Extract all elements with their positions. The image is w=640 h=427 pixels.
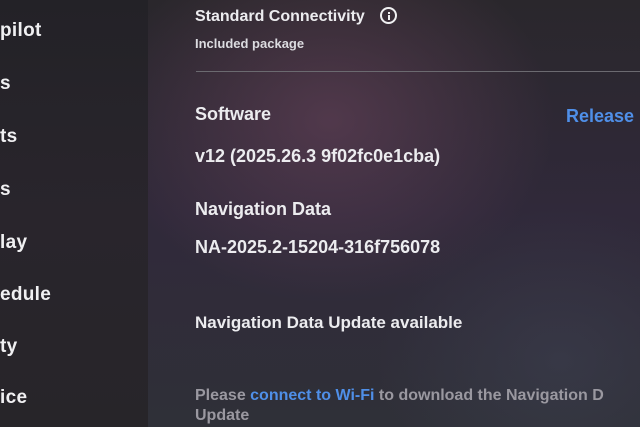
- software-heading: Software: [195, 104, 272, 124]
- wifi-message-prefix: Please: [195, 387, 251, 404]
- wifi-message-suffix: to download the Navigation D: [374, 387, 604, 404]
- release-notes-link[interactable]: Release: [566, 106, 634, 127]
- main-content: Standard Connectivity Included package S…: [0, 0, 640, 427]
- wifi-message: Please connect to Wi-Fi to download the …: [195, 387, 604, 405]
- wifi-message-line2: Update: [195, 407, 250, 424]
- divider: [196, 71, 640, 72]
- navigation-data-version: NA-2025.2-15204-316f756078: [195, 237, 441, 257]
- connectivity-title: Standard Connectivity: [195, 8, 365, 25]
- connectivity-subtitle: Included package: [195, 36, 305, 51]
- navigation-update-status: Navigation Data Update available: [195, 313, 463, 332]
- navigation-heading: Navigation Data: [195, 199, 332, 219]
- info-icon[interactable]: [380, 7, 397, 24]
- software-version: v12 (2025.26.3 9f02fc0e1cba): [195, 146, 441, 166]
- connect-wifi-link[interactable]: connect to Wi-Fi: [250, 387, 374, 404]
